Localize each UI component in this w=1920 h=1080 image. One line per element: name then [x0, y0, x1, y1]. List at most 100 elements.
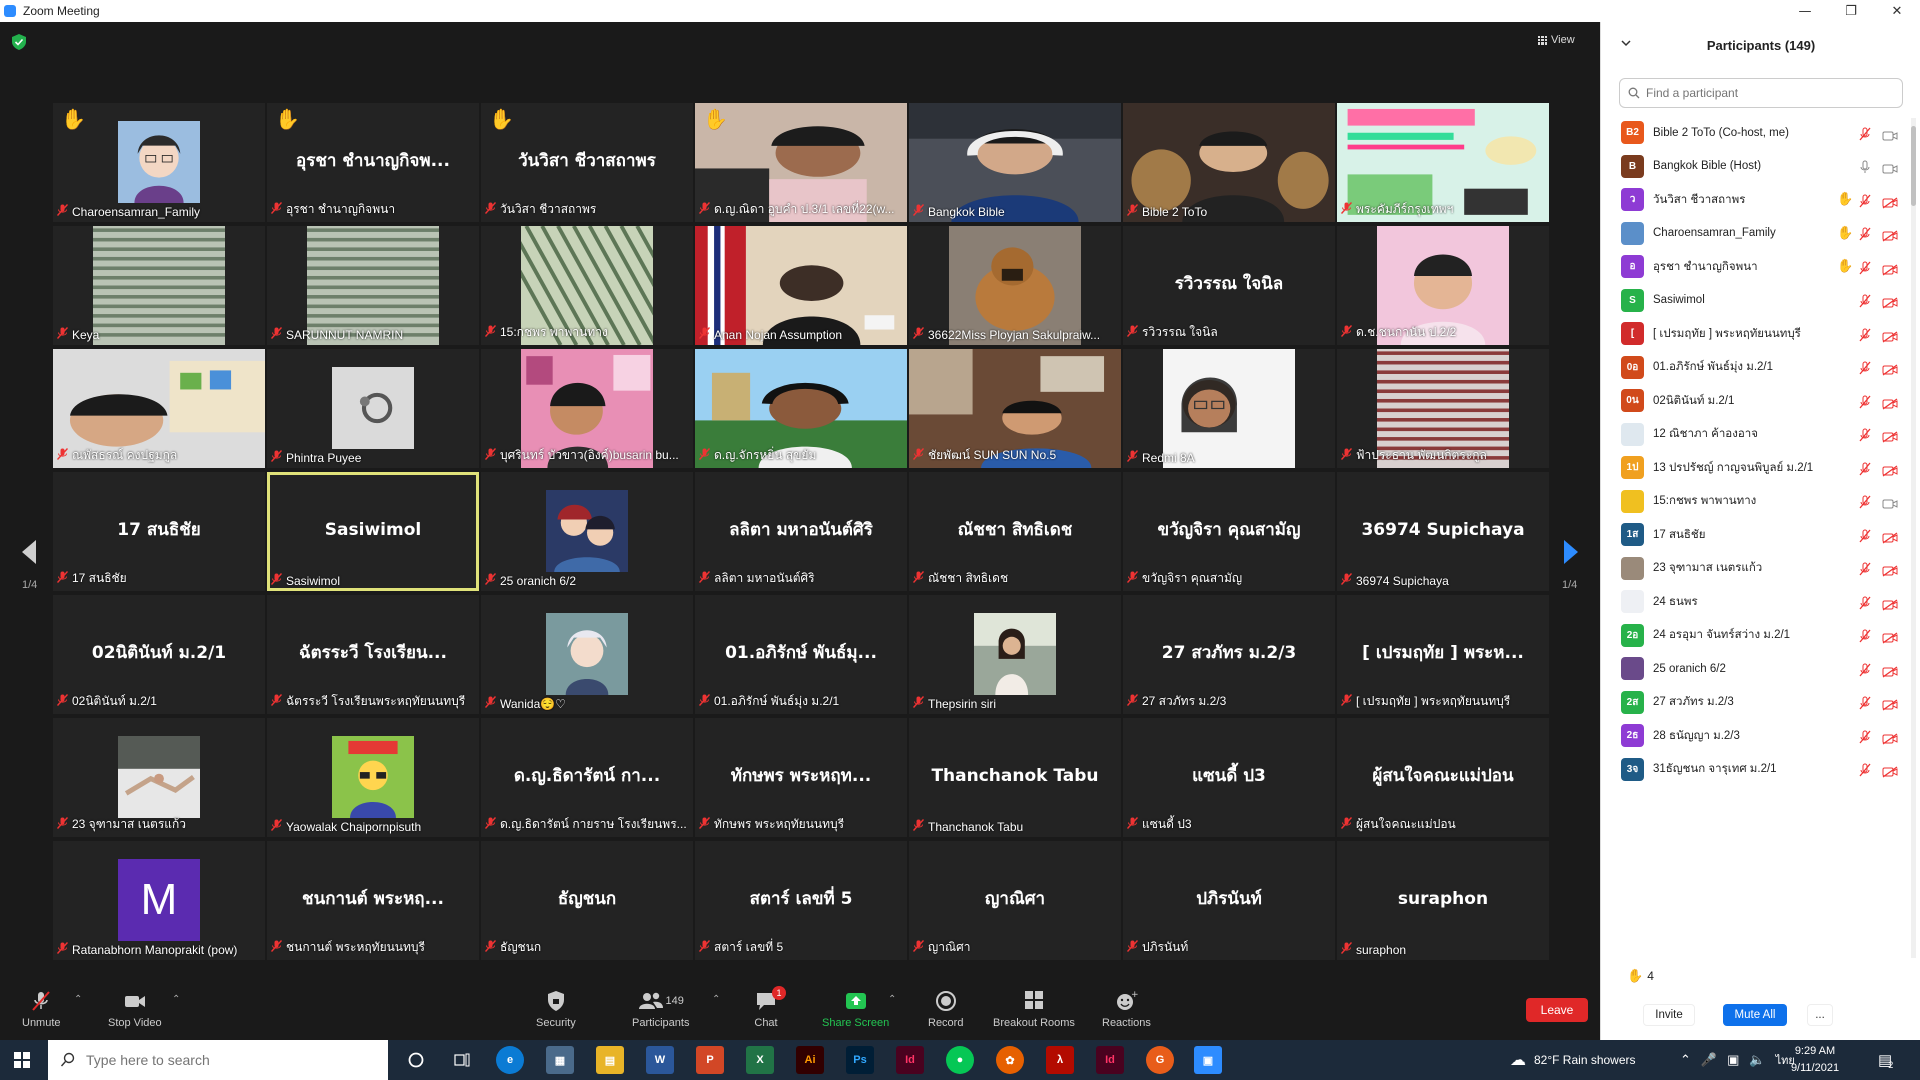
powerpoint-icon[interactable]: P — [696, 1046, 724, 1074]
taskbar-search-input[interactable] — [86, 1052, 366, 1068]
mic-muted-icon[interactable] — [1859, 461, 1871, 476]
camera-off-icon[interactable] — [1882, 227, 1898, 242]
camera-on-icon[interactable] — [1882, 127, 1898, 141]
audio-options-caret[interactable]: ⌃ — [74, 994, 82, 1005]
participant-video-tile[interactable]: ✋ Charoensamran_Family — [53, 103, 265, 222]
tray-microphone-icon[interactable]: 🎤 — [1701, 1052, 1717, 1068]
participant-video-tile[interactable]: ชัยพัฒน์ SUN SUN No.5 — [909, 349, 1121, 468]
mic-muted-icon[interactable] — [1859, 729, 1871, 744]
participant-video-tile[interactable]: Anan Nojan Assumption — [695, 226, 907, 345]
participant-video-tile[interactable]: แซนดี้ ป3 แซนดี้ ป3 — [1123, 718, 1335, 837]
mic-muted-icon[interactable] — [1859, 193, 1871, 208]
participants-button[interactable]: 149 Participants — [632, 990, 689, 1029]
participant-video-tile[interactable]: M Ratanabhorn Manoprakit (pow) — [53, 841, 265, 960]
participant-list-item[interactable]: 0อ 01.อภิรักษ์ พันธ์มุ่ง ม.2/1 — [1601, 351, 1911, 385]
mic-muted-icon[interactable] — [1859, 126, 1871, 141]
participant-list-item[interactable]: 23 จุฑามาส เนตรแก้ว — [1601, 552, 1911, 586]
participant-list-item[interactable]: [[ เปรมฤทัย ] พระหฤทัยนนทบุรี — [1601, 317, 1911, 351]
mic-muted-icon[interactable] — [1859, 427, 1871, 442]
tray-network-icon[interactable]: ▣ — [1727, 1052, 1739, 1068]
mic-muted-icon[interactable] — [1859, 662, 1871, 677]
participant-list-item[interactable]: S Sasiwimol — [1601, 284, 1911, 318]
participant-list-item[interactable]: อ อุรชา ชำนาญกิจพนา ✋ — [1601, 250, 1911, 284]
excel-icon[interactable]: X — [746, 1046, 774, 1074]
camera-off-icon[interactable] — [1882, 428, 1898, 443]
participant-list-item[interactable]: 0น 02นิตินันท์ ม.2/1 — [1601, 384, 1911, 418]
zoom-taskbar-icon[interactable]: ▣ — [1194, 1046, 1222, 1074]
illustrator-icon[interactable]: Ai — [796, 1046, 824, 1074]
participant-video-tile[interactable]: ฉัตรระวี โรงเรียน... ฉัตรระวี โรงเรียนพระ… — [267, 595, 479, 714]
tray-volume-icon[interactable]: 🔈 — [1749, 1052, 1765, 1068]
camera-off-icon[interactable] — [1882, 194, 1898, 209]
encryption-shield-icon[interactable] — [12, 34, 26, 50]
camera-off-icon[interactable] — [1882, 328, 1898, 343]
participant-video-tile[interactable]: ด.ญ.ธิดารัตน์ กา... ด.ญ.ธิดารัตน์ กายราษ … — [481, 718, 693, 837]
firefox-icon[interactable]: ✿ — [996, 1046, 1024, 1074]
indesign-2-icon[interactable]: Id — [1096, 1046, 1124, 1074]
participant-list-item[interactable]: 12 ณิชาภา ค้าองอาจ — [1601, 418, 1911, 452]
participant-video-tile[interactable]: บุศรินทร์ บัวขาว(อิงค์)busarin bu... — [481, 349, 693, 468]
minimize-button[interactable]: — — [1782, 0, 1828, 22]
participant-video-tile[interactable]: ผู้สนใจคณะแม่ปอน ผู้สนใจคณะแม่ปอน — [1337, 718, 1549, 837]
participant-video-tile[interactable]: Thanchanok Tabu Thanchanok Tabu — [909, 718, 1121, 837]
participant-video-tile[interactable]: รวิวรรณ ใจนิล รวิวรรณ ใจนิล — [1123, 226, 1335, 345]
indesign-icon[interactable]: Id — [896, 1046, 924, 1074]
chat-button[interactable]: 1 Chat — [754, 986, 786, 1029]
participant-list-item[interactable]: Charoensamran_Family ✋ — [1601, 217, 1911, 251]
participant-video-tile[interactable]: [ เปรมฤทัย ] พระห... [ เปรมฤทัย ] พระหฤทั… — [1337, 595, 1549, 714]
camera-off-icon[interactable] — [1882, 294, 1898, 309]
participant-video-tile[interactable]: Thepsirin siri — [909, 595, 1121, 714]
cortana-icon[interactable] — [402, 1046, 430, 1074]
mic-muted-icon[interactable] — [1859, 494, 1871, 509]
stop-video-button[interactable]: Stop Video — [108, 990, 162, 1029]
participant-list-item[interactable]: 2อ 24 อรอุมา จันทร์สว่าง ม.2/1 — [1601, 619, 1911, 653]
participant-video-tile[interactable]: 36974 Supichaya 36974 Supichaya — [1337, 472, 1549, 591]
participant-search-box[interactable] — [1619, 78, 1903, 108]
participant-video-tile[interactable]: Bangkok Bible — [909, 103, 1121, 222]
participant-video-tile[interactable]: SARUNNUT NAMRIN — [267, 226, 479, 345]
camera-on-icon[interactable] — [1882, 160, 1898, 174]
restore-button[interactable]: ❐ — [1828, 0, 1874, 22]
participant-list-item[interactable]: 24 ธนพร — [1601, 585, 1911, 619]
participant-video-tile[interactable]: Wanida😌♡ — [481, 595, 693, 714]
mic-muted-icon[interactable] — [1859, 327, 1871, 342]
camera-off-icon[interactable] — [1882, 562, 1898, 577]
record-button[interactable]: Record — [928, 990, 963, 1029]
mic-muted-icon[interactable] — [1859, 394, 1871, 409]
view-button[interactable]: View — [1538, 34, 1575, 46]
mic-muted-icon[interactable] — [1859, 260, 1871, 275]
participant-video-tile[interactable]: ทักษพร พระหฤท... ทักษพร พระหฤทัยนนทบุรี — [695, 718, 907, 837]
participant-video-tile[interactable]: อุรชา ชำนาญกิจพ... ✋ อุรชา ชำนาญกิจพนา — [267, 103, 479, 222]
taskbar-clock[interactable]: 9:29 AM 9/11/2021 — [1770, 1043, 1860, 1077]
participant-list-item[interactable]: ว วันวิสา ชีวาสถาพร ✋ — [1601, 183, 1911, 217]
camera-off-icon[interactable] — [1882, 763, 1898, 778]
participant-list-item[interactable]: 25 oranich 6/2 — [1601, 652, 1911, 686]
mute-all-button[interactable]: Mute All — [1723, 1004, 1787, 1026]
participant-video-tile[interactable]: ญาณิศา ญาณิศา — [909, 841, 1121, 960]
participant-video-tile[interactable]: ธัญชนก ธัญชนก — [481, 841, 693, 960]
participant-video-tile[interactable]: 25 oranich 6/2 — [481, 472, 693, 591]
word-icon[interactable]: W — [646, 1046, 674, 1074]
share-screen-button[interactable]: Share Screen — [822, 990, 889, 1029]
breakout-rooms-button[interactable]: Breakout Rooms — [993, 990, 1075, 1029]
reactions-button[interactable]: + Reactions — [1102, 990, 1151, 1029]
participant-video-tile[interactable]: 36622Miss Ployjan Sakulpraiw... — [909, 226, 1121, 345]
camera-off-icon[interactable] — [1882, 261, 1898, 276]
mic-on-icon[interactable] — [1859, 159, 1871, 174]
participant-video-tile[interactable]: 15:กชพร พาพานทาง — [481, 226, 693, 345]
participant-list-scrollbar[interactable] — [1911, 118, 1916, 958]
participant-list-item[interactable]: 15:กชพร พาพานทาง — [1601, 485, 1911, 519]
grammarly-like-icon[interactable]: G — [1146, 1046, 1174, 1074]
participant-video-tile[interactable]: ด.ช.ชนกานัน ป.2/2 — [1337, 226, 1549, 345]
close-button[interactable]: ✕ — [1874, 0, 1920, 22]
participant-list-item[interactable]: 2ธ 28 ธนัญญา ม.2/3 — [1601, 719, 1911, 753]
mic-muted-icon[interactable] — [1859, 762, 1871, 777]
previous-page-arrow-icon[interactable] — [18, 532, 40, 572]
mic-muted-icon[interactable] — [1859, 561, 1871, 576]
participant-video-tile[interactable]: 01.อภิรักษ์ พันธ์มุ... 01.อภิรักษ์ พันธ์ม… — [695, 595, 907, 714]
security-button[interactable]: Security — [536, 990, 576, 1029]
participant-list-item[interactable]: B Bangkok Bible (Host) — [1601, 150, 1911, 184]
acrobat-icon[interactable]: λ — [1046, 1046, 1074, 1074]
participant-video-tile[interactable]: ✋ ด.ญ.ณิดา อูบคำ ป.3/1 เลขที่22(w... — [695, 103, 907, 222]
camera-off-icon[interactable] — [1882, 696, 1898, 711]
